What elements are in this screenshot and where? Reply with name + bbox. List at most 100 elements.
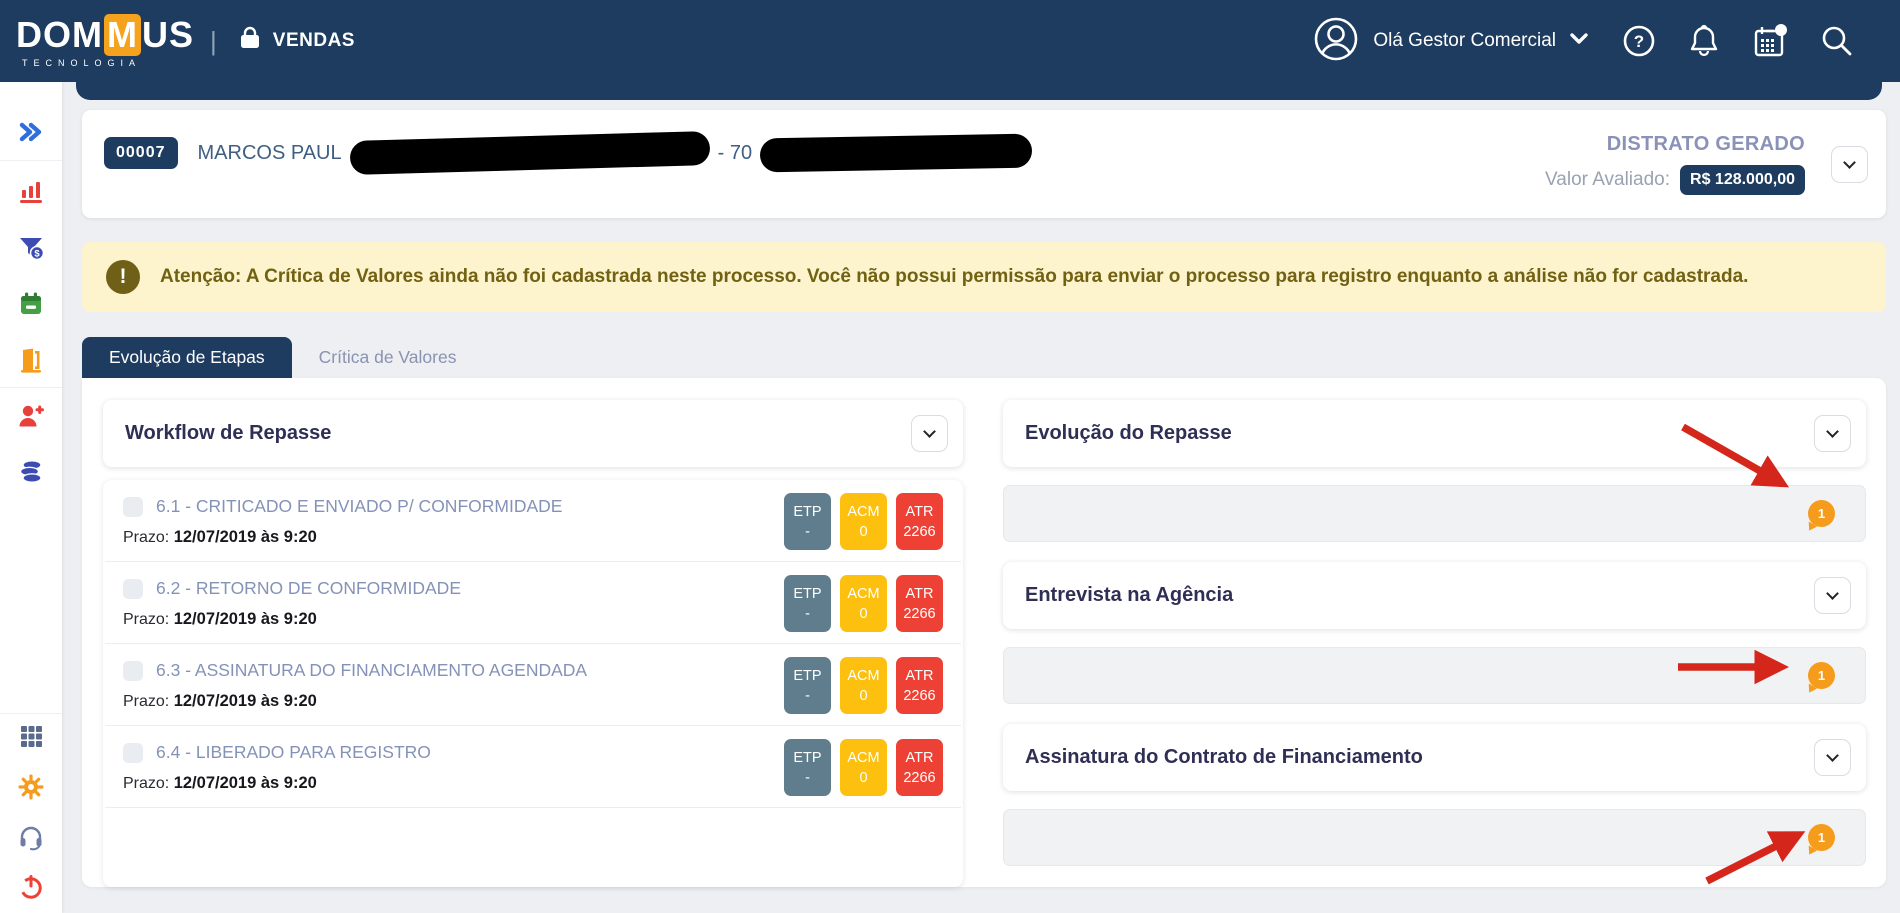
modules-grid-icon[interactable] bbox=[0, 722, 62, 750]
main-content: 00007 MARCOS PAUL - 70 DISTRATO GERADO V… bbox=[62, 82, 1900, 913]
section-collapse-button[interactable] bbox=[1814, 415, 1851, 452]
section-empty-bar: 1 bbox=[1003, 809, 1866, 866]
atr-badge: ATR2266 bbox=[896, 575, 943, 632]
user-greeting: Olá Gestor Comercial bbox=[1373, 30, 1556, 52]
section-empty-bar: 1 bbox=[1003, 647, 1866, 704]
workflow-collapse-button[interactable] bbox=[911, 415, 948, 452]
comment-count-badge[interactable]: 1 bbox=[1808, 500, 1835, 527]
prazo-label: Prazo: bbox=[123, 529, 169, 546]
workflow-item: 6.3 - ASSINATURA DO FINANCIAMENTO AGENDA… bbox=[105, 644, 961, 726]
acm-badge: ACM0 bbox=[840, 739, 887, 796]
chevron-down-icon bbox=[923, 425, 936, 438]
section-collapse-button[interactable] bbox=[1814, 739, 1851, 776]
tab-panel: Workflow de Repasse 6.1 - CRITICADO E EN… bbox=[82, 378, 1886, 887]
section-empty-bar: 1 bbox=[1003, 485, 1866, 542]
prazo-value: 12/07/2019 às 9:20 bbox=[174, 528, 317, 546]
prazo-value: 12/07/2019 às 9:20 bbox=[174, 692, 317, 710]
calendar-notification-dot bbox=[1775, 24, 1787, 36]
acm-badge: ACM0 bbox=[840, 657, 887, 714]
search-icon[interactable] bbox=[1820, 24, 1854, 58]
value-badge: R$ 128.000,00 bbox=[1680, 165, 1805, 195]
prazo-value: 12/07/2019 às 9:20 bbox=[174, 610, 317, 628]
step-checkbox[interactable] bbox=[123, 661, 143, 681]
atr-badge: ATR2266 bbox=[896, 739, 943, 796]
expand-sidebar-icon[interactable] bbox=[0, 118, 62, 146]
warning-banner: ! Atenção: A Crítica de Valores ainda nã… bbox=[82, 242, 1886, 312]
step-title: 6.3 - ASSINATURA DO FINANCIAMENTO AGENDA… bbox=[156, 660, 587, 681]
door-exit-icon[interactable] bbox=[0, 346, 62, 374]
chevron-down-icon bbox=[1570, 32, 1588, 50]
module-label: VENDAS bbox=[273, 30, 355, 52]
process-expand-button[interactable] bbox=[1831, 146, 1868, 183]
coins-stack-icon[interactable] bbox=[0, 458, 62, 486]
scrolled-card-edge bbox=[76, 82, 1882, 100]
workflow-item: 6.2 - RETORNO DE CONFORMIDADE Prazo: 12/… bbox=[105, 562, 961, 644]
redaction-mark bbox=[349, 131, 710, 175]
support-headset-icon[interactable] bbox=[0, 823, 62, 851]
notifications-bell-icon[interactable] bbox=[1688, 24, 1720, 58]
etp-badge: ETP- bbox=[784, 493, 831, 550]
process-status: DISTRATO GERADO bbox=[1607, 133, 1805, 156]
tab-critica-valores[interactable]: Crítica de Valores bbox=[292, 337, 484, 379]
workflow-list: 6.1 - CRITICADO E ENVIADO P/ CONFORMIDAD… bbox=[103, 480, 963, 887]
redaction-mark bbox=[760, 134, 1033, 173]
process-header-card: 00007 MARCOS PAUL - 70 DISTRATO GERADO V… bbox=[82, 110, 1886, 218]
step-checkbox[interactable] bbox=[123, 579, 143, 599]
logo-orange-m: M bbox=[104, 14, 141, 56]
prazo-label: Prazo: bbox=[123, 775, 169, 792]
section-title: Assinatura do Contrato de Financiamento bbox=[1025, 746, 1423, 769]
schedule-calendar-icon[interactable] bbox=[0, 290, 62, 318]
section-title: Entrevista na Agência bbox=[1025, 584, 1233, 607]
workflow-item: 6.4 - LIBERADO PARA REGISTRO Prazo: 12/0… bbox=[105, 726, 961, 808]
atr-badge: ATR2266 bbox=[896, 657, 943, 714]
settings-gear-icon[interactable] bbox=[0, 773, 62, 801]
acm-badge: ACM0 bbox=[840, 493, 887, 550]
prazo-value: 12/07/2019 às 9:20 bbox=[174, 774, 317, 792]
section-title: Evolução do Repasse bbox=[1025, 422, 1232, 445]
process-code-badge: 00007 bbox=[104, 137, 178, 169]
comment-count-badge[interactable]: 1 bbox=[1808, 662, 1835, 689]
tab-evolucao-etapas[interactable]: Evolução de Etapas bbox=[82, 337, 292, 379]
step-checkbox[interactable] bbox=[123, 497, 143, 517]
help-icon[interactable]: ? bbox=[1622, 24, 1656, 58]
sales-funnel-icon[interactable]: $ bbox=[0, 234, 62, 262]
step-title: 6.4 - LIBERADO PARA REGISTRO bbox=[156, 742, 431, 763]
atr-badge: ATR2266 bbox=[896, 493, 943, 550]
section-assinatura-contrato: Assinatura do Contrato de Financiamento bbox=[1003, 724, 1866, 791]
svg-text:$: $ bbox=[34, 249, 40, 260]
process-id-separator: - 70 bbox=[718, 142, 752, 165]
acm-badge: ACM0 bbox=[840, 575, 887, 632]
avatar-icon bbox=[1313, 16, 1359, 67]
dommus-logo[interactable]: DOMMUS TECNOLOGIA bbox=[16, 14, 194, 68]
comment-count-badge[interactable]: 1 bbox=[1808, 824, 1835, 851]
dashboard-chart-icon[interactable] bbox=[0, 177, 62, 205]
workflow-title: Workflow de Repasse bbox=[125, 422, 331, 445]
value-label: Valor Avaliado: bbox=[1545, 169, 1670, 191]
user-menu[interactable]: Olá Gestor Comercial bbox=[1313, 16, 1588, 67]
logout-power-icon[interactable] bbox=[0, 873, 62, 901]
section-evolucao-repasse: Evolução do Repasse bbox=[1003, 400, 1866, 467]
prazo-label: Prazo: bbox=[123, 611, 169, 628]
workflow-header-card: Workflow de Repasse bbox=[103, 400, 963, 467]
navbar-separator: | bbox=[210, 26, 217, 57]
add-person-icon[interactable] bbox=[0, 402, 62, 430]
etp-badge: ETP- bbox=[784, 739, 831, 796]
step-checkbox[interactable] bbox=[123, 743, 143, 763]
calendar-icon[interactable] bbox=[1752, 23, 1788, 59]
prazo-label: Prazo: bbox=[123, 693, 169, 710]
etp-badge: ETP- bbox=[784, 575, 831, 632]
module-vendas[interactable]: VENDAS bbox=[237, 25, 355, 57]
process-name: MARCOS PAUL - 70 bbox=[198, 136, 1033, 170]
logo-text: DOM bbox=[16, 14, 103, 56]
tab-bar: Evolução de Etapas Crítica de Valores bbox=[82, 337, 483, 379]
logo-text-end: US bbox=[142, 14, 194, 56]
bag-icon bbox=[237, 25, 263, 57]
chevron-down-icon bbox=[1826, 425, 1839, 438]
section-entrevista-agencia: Entrevista na Agência bbox=[1003, 562, 1866, 629]
logo-subtitle: TECNOLOGIA bbox=[22, 58, 141, 68]
section-collapse-button[interactable] bbox=[1814, 577, 1851, 614]
chevron-down-icon bbox=[1826, 749, 1839, 762]
chevron-down-icon bbox=[1826, 587, 1839, 600]
left-sidebar: $ bbox=[0, 82, 62, 913]
exclamation-circle-icon: ! bbox=[106, 260, 140, 294]
